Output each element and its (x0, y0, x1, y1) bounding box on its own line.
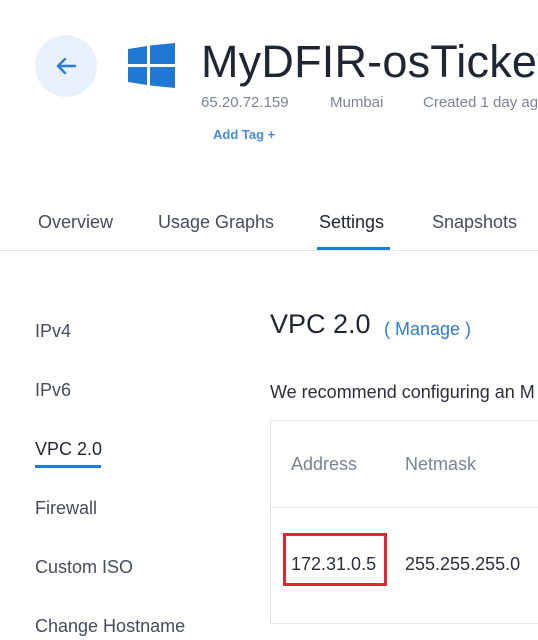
sidebar-item-firewall[interactable]: Firewall (35, 498, 97, 519)
tab-bar: Overview Usage Graphs Settings Snapshots (0, 195, 538, 251)
tab-settings[interactable]: Settings (319, 212, 384, 233)
sidebar-item-ipv4[interactable]: IPv4 (35, 321, 71, 342)
sidebar-item-ipv6[interactable]: IPv6 (35, 380, 71, 401)
server-created: Created 1 day ag (423, 94, 538, 111)
active-tab-indicator (317, 247, 390, 250)
tab-snapshots[interactable]: Snapshots (432, 212, 517, 233)
vpc-netmask-cell: 255.255.255.0 (405, 554, 521, 574)
address-highlight-box (283, 533, 387, 586)
server-location: Mumbai (330, 94, 384, 111)
recommendation-text: We recommend configuring an M (270, 382, 535, 402)
tab-usage-graphs[interactable]: Usage Graphs (158, 212, 274, 233)
vpc-table: Address Netmask 172.31.0.5 255.255.255.0 (270, 420, 538, 624)
back-button[interactable] (35, 35, 97, 97)
server-title: MyDFIR-osTicket (201, 36, 538, 87)
section-title: VPC 2.0 (270, 309, 371, 339)
windows-logo-icon (128, 43, 175, 88)
arrow-left-icon (56, 57, 77, 75)
add-tag-link[interactable]: Add Tag + (213, 127, 275, 142)
column-header-address: Address (291, 454, 358, 474)
sidebar-item-custom-iso[interactable]: Custom ISO (35, 557, 133, 578)
manage-link[interactable]: ( Manage ) (384, 319, 471, 340)
tab-overview[interactable]: Overview (38, 212, 113, 233)
server-ip: 65.20.72.159 (201, 94, 289, 111)
sidebar-item-vpc[interactable]: VPC 2.0 (35, 439, 102, 460)
active-sidebar-indicator (35, 465, 101, 468)
sidebar-item-change-hostname[interactable]: Change Hostname (35, 616, 185, 637)
column-header-netmask: Netmask (405, 454, 477, 474)
table-divider (271, 507, 538, 508)
